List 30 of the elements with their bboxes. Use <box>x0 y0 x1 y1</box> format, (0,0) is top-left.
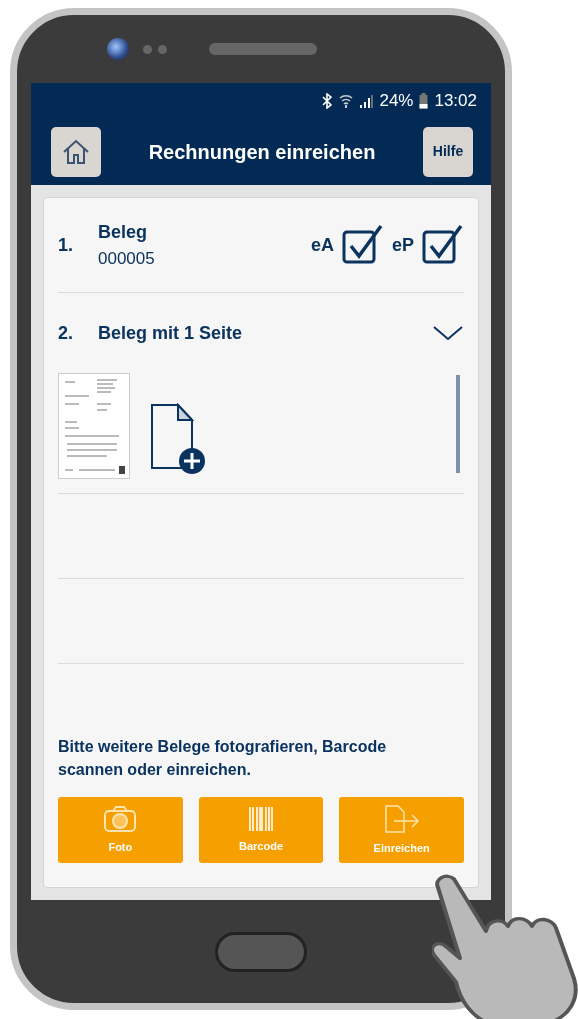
help-button[interactable]: Hilfe <box>423 126 473 177</box>
checkbox[interactable] <box>422 224 464 266</box>
camera-icon <box>107 38 129 60</box>
item-number: 2. <box>58 321 74 345</box>
battery-level: 24% <box>379 89 414 112</box>
camera-icon <box>103 804 138 833</box>
wifi-icon <box>339 93 354 108</box>
home-icon <box>62 138 90 165</box>
instruction-text: Bitte weitere Belege fotografieren, Barcode scannen oder einreichen. <box>58 737 388 780</box>
signal-icon <box>359 93 374 108</box>
checkbox[interactable] <box>341 224 384 266</box>
home-button[interactable] <box>51 126 101 177</box>
document-arrow-icon <box>383 803 420 834</box>
barcode-button[interactable]: Barcode <box>198 797 324 863</box>
photo-button[interactable]: Foto <box>58 797 183 863</box>
bluetooth-icon <box>322 92 334 109</box>
chevron-down-icon[interactable] <box>432 323 464 343</box>
flag-label: eA <box>310 233 334 257</box>
document-title: Beleg mit 1 Seite <box>98 321 244 345</box>
screen-title: Rechnungen einreichen <box>148 139 376 165</box>
battery-icon <box>419 92 429 109</box>
add-page-icon[interactable] <box>150 403 208 475</box>
submit-button[interactable]: Einreichen <box>339 797 464 863</box>
page-thumbnail[interactable] <box>58 373 130 479</box>
flag-label: eP <box>391 233 414 257</box>
document-title: Beleg <box>98 220 149 244</box>
item-number: 1. <box>58 233 74 257</box>
clock: 13:02 <box>434 89 477 112</box>
barcode-icon <box>248 805 274 832</box>
document-number: 000005 <box>98 247 156 270</box>
